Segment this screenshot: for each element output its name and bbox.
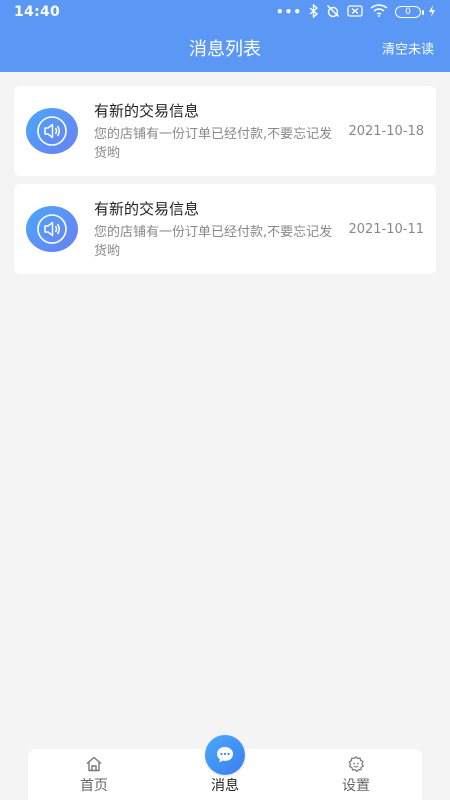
top-bar: 14:40 ••• 0 消息列表 清空未读	[0, 0, 450, 72]
clear-unread-button[interactable]: 清空未读	[382, 39, 434, 58]
alarm-off-icon	[326, 4, 340, 21]
message-title: 有新的交易信息	[94, 200, 200, 218]
message-title: 有新的交易信息	[94, 102, 200, 120]
message-body: 有新的交易信息 您的店铺有一份订单已经付款,不要忘记发货哟	[94, 101, 344, 163]
message-date: 2021-10-18	[348, 124, 424, 139]
page-title: 消息列表	[189, 39, 261, 60]
battery-icon: 0	[395, 6, 424, 18]
tab-settings-label: 设置	[342, 778, 370, 794]
battery-level: 0	[405, 6, 411, 17]
tab-bar: 首页 消息 设置	[28, 735, 422, 800]
tab-home-label: 首页	[80, 778, 108, 794]
tab-home[interactable]: 首页	[34, 749, 154, 800]
bluetooth-icon	[309, 2, 319, 21]
speaker-icon	[26, 108, 78, 154]
status-time: 14:40	[14, 4, 61, 20]
wifi-icon	[370, 4, 388, 20]
charging-icon	[428, 4, 436, 20]
message-card[interactable]: 有新的交易信息 您的店铺有一份订单已经付款,不要忘记发货哟 2021-10-18	[14, 86, 436, 176]
status-bar: 14:40 ••• 0	[0, 0, 450, 24]
message-card[interactable]: 有新的交易信息 您的店铺有一份订单已经付款,不要忘记发货哟 2021-10-11	[14, 184, 436, 274]
message-date: 2021-10-11	[348, 222, 424, 237]
message-body: 有新的交易信息 您的店铺有一份订单已经付款,不要忘记发货哟	[94, 199, 344, 261]
sim-disabled-icon	[347, 4, 363, 20]
settings-icon	[348, 756, 364, 772]
message-icon	[205, 735, 245, 775]
message-text: 您的店铺有一份订单已经付款,不要忘记发货哟	[94, 225, 333, 259]
message-list: 有新的交易信息 您的店铺有一份订单已经付款,不要忘记发货哟 2021-10-18…	[14, 86, 436, 282]
message-text: 您的店铺有一份订单已经付款,不要忘记发货哟	[94, 127, 333, 161]
home-icon	[86, 756, 102, 772]
status-icons: ••• 0	[275, 2, 436, 21]
header: 消息列表 清空未读	[0, 24, 450, 72]
tab-messages-label: 消息	[211, 778, 239, 794]
tab-messages[interactable]: 消息	[165, 735, 285, 800]
speaker-icon	[26, 206, 78, 252]
tab-settings[interactable]: 设置	[296, 749, 416, 800]
more-dots-icon: •••	[275, 5, 302, 19]
